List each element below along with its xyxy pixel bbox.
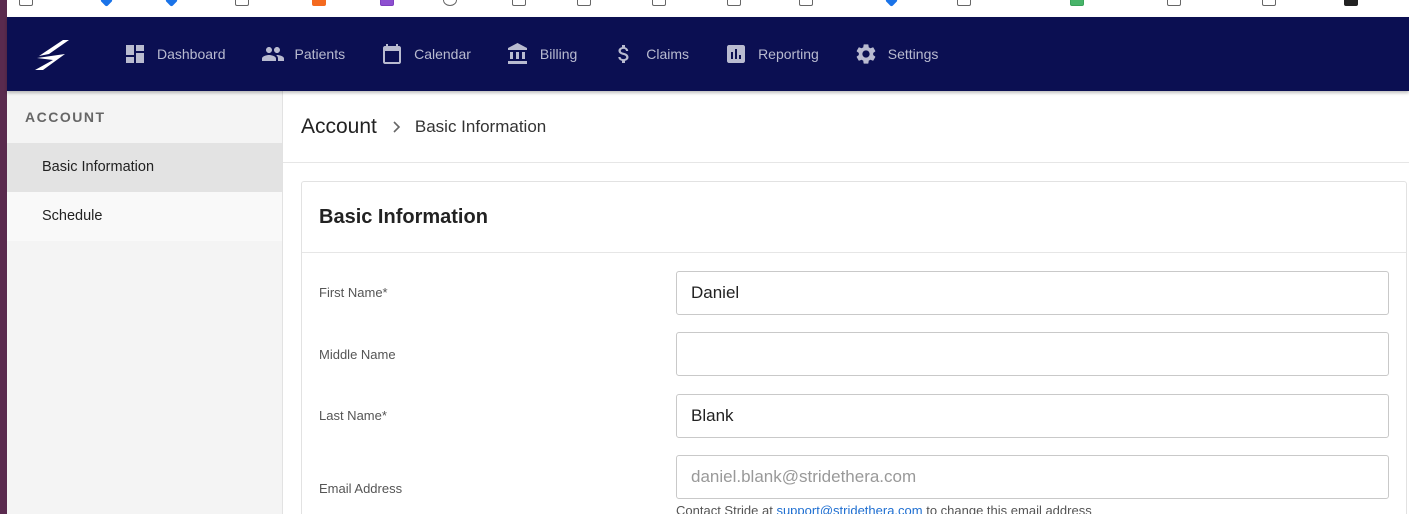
email-input[interactable]: [676, 455, 1389, 499]
email-helper-text: Contact Stride at support@stridethera.co…: [676, 503, 1092, 514]
bookmark-icon[interactable]: [727, 0, 741, 6]
gear-icon: [856, 44, 876, 64]
nav-patients[interactable]: Patients: [261, 17, 346, 91]
bookmark-icon[interactable]: [799, 0, 813, 6]
bar-chart-icon: [727, 45, 746, 63]
bank-icon: [507, 43, 527, 64]
nav-claims[interactable]: Claims: [612, 17, 689, 91]
helper-suffix: to change this email address: [922, 503, 1092, 514]
nav-label: Calendar: [414, 46, 471, 62]
bookmark-icon[interactable]: [1070, 0, 1084, 6]
middle-name-input[interactable]: [676, 332, 1389, 376]
desktop-edge: [0, 0, 7, 514]
last-name-label: Last Name*: [319, 408, 387, 423]
top-navbar: Dashboard Patients Calendar Billing Clai…: [7, 17, 1409, 91]
email-row: Email Address Contact Stride at support@…: [319, 455, 1391, 514]
people-icon: [261, 47, 284, 61]
bookmark-icon[interactable]: [380, 0, 394, 6]
bookmarks-bar: [7, 0, 1409, 17]
last-name-input[interactable]: [676, 394, 1389, 438]
nav-billing[interactable]: Billing: [506, 17, 577, 91]
sidebar-item-label: Basic Information: [42, 159, 155, 175]
bookmark-icon[interactable]: [100, 0, 113, 7]
bookmark-icon[interactable]: [957, 0, 971, 6]
sidebar-item-schedule[interactable]: Schedule: [7, 192, 282, 241]
bookmark-icon[interactable]: [1167, 0, 1181, 6]
bookmark-icon[interactable]: [235, 0, 249, 6]
card-header: Basic Information: [302, 182, 1406, 253]
card-title: Basic Information: [319, 205, 488, 228]
middle-name-row: Middle Name: [319, 332, 1391, 376]
bookmark-icon[interactable]: [512, 0, 526, 6]
sidebar-item-basic-information[interactable]: Basic Information: [7, 143, 282, 192]
bookmark-icon[interactable]: [1344, 0, 1358, 6]
nav-calendar[interactable]: Calendar: [380, 17, 471, 91]
bookmark-icon[interactable]: [577, 0, 591, 6]
dollar-icon: [618, 45, 629, 63]
sidebar-heading: ACCOUNT: [25, 109, 106, 125]
sidebar-item-label: Schedule: [42, 208, 103, 224]
bookmark-icon[interactable]: [885, 0, 898, 7]
first-name-label: First Name*: [319, 285, 388, 300]
basic-information-card: Basic Information First Name* Middle Nam…: [301, 181, 1407, 514]
first-name-input[interactable]: [676, 271, 1389, 315]
breadcrumb: Account Basic Information: [283, 91, 1409, 163]
nav-label: Patients: [294, 46, 346, 62]
nav-label: Billing: [539, 46, 578, 62]
stride-logo-icon[interactable]: [29, 34, 77, 74]
dashboard-icon: [126, 45, 144, 63]
main-content: Account Basic Information Basic Informat…: [283, 91, 1409, 514]
page: Dashboard Patients Calendar Billing Clai…: [0, 0, 1409, 514]
bookmark-icon[interactable]: [312, 0, 326, 6]
breadcrumb-root[interactable]: Account: [301, 115, 377, 139]
nav-reporting[interactable]: Reporting: [724, 17, 819, 91]
chevron-right-icon: [393, 120, 401, 133]
sidebar: ACCOUNT Basic Information Schedule: [7, 91, 283, 514]
breadcrumb-current: Basic Information: [414, 116, 547, 136]
middle-name-label: Middle Name: [319, 347, 396, 362]
nav-label: Settings: [887, 46, 939, 62]
bookmark-icon[interactable]: [165, 0, 178, 7]
bookmark-icon[interactable]: [652, 0, 666, 6]
first-name-row: First Name*: [319, 271, 1391, 315]
helper-prefix: Contact Stride at: [676, 503, 777, 514]
calendar-icon: [383, 44, 402, 64]
nav-label: Dashboard: [157, 46, 226, 62]
nav-dashboard[interactable]: Dashboard: [123, 17, 226, 91]
bookmark-icon[interactable]: [19, 0, 33, 6]
bookmark-icon[interactable]: [1262, 0, 1276, 6]
support-email-link[interactable]: support@stridethera.com: [776, 503, 922, 514]
last-name-row: Last Name*: [319, 394, 1391, 438]
email-label: Email Address: [319, 481, 403, 496]
nav-label: Claims: [646, 46, 690, 62]
bookmark-icon[interactable]: [443, 0, 457, 6]
nav-label: Reporting: [758, 46, 819, 62]
nav-settings[interactable]: Settings: [854, 17, 939, 91]
